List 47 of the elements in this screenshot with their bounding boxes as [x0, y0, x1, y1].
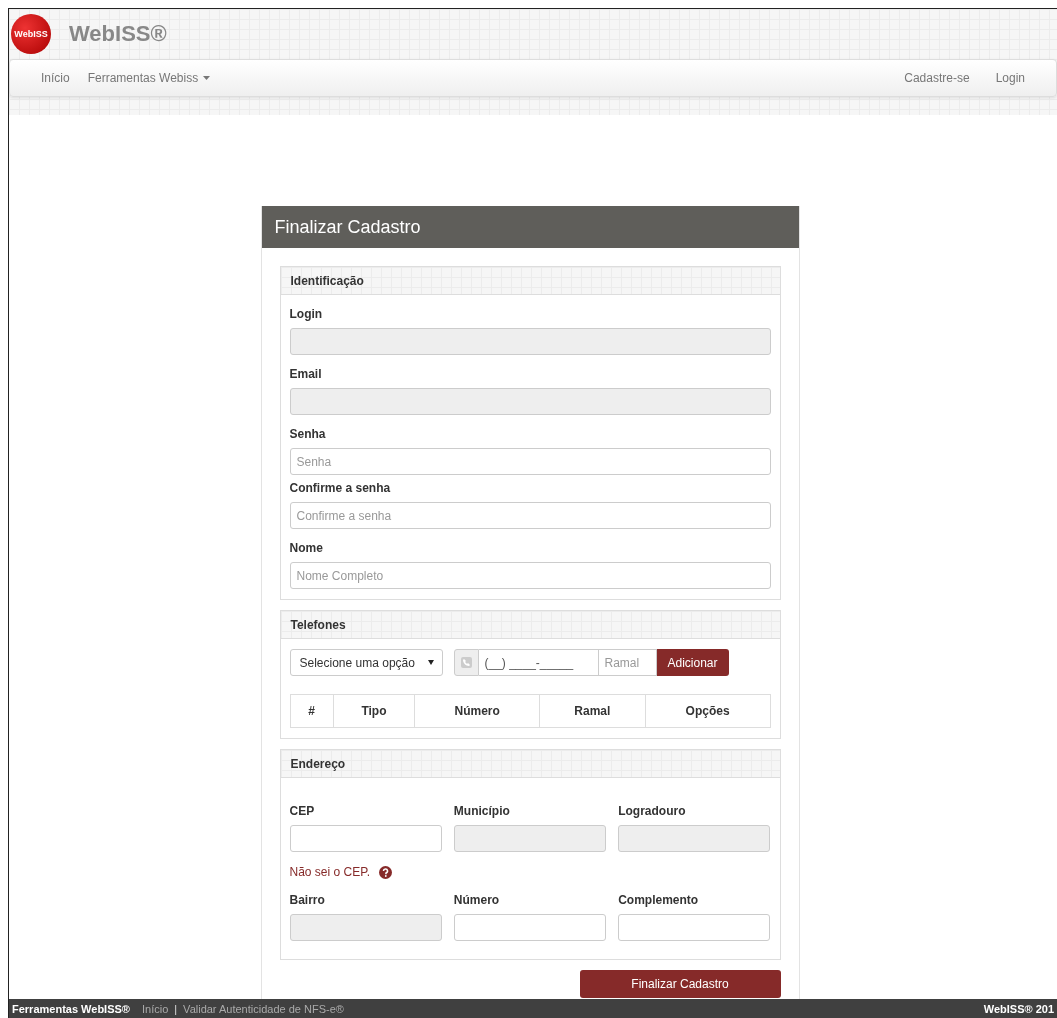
nav-link[interactable]: Início: [32, 71, 79, 85]
column-header: Ramal: [539, 694, 646, 728]
footer-link[interactable]: Validar Autenticidade de NFS-e®: [183, 1002, 344, 1015]
column-header: Número: [414, 694, 540, 728]
type-select[interactable]: Selecione uma opção: [289, 649, 443, 676]
phone-icon: [460, 657, 472, 668]
submit-button[interactable]: Finalizar Cadastro: [579, 970, 781, 998]
field-label: Município: [453, 804, 511, 818]
section-title: Telefones: [280, 611, 780, 639]
column-header: #: [290, 694, 334, 728]
card-title: Finalizar Cadastro: [261, 206, 799, 248]
caret-icon: [203, 76, 211, 80]
footer-title: Ferramentas WebISS®: [12, 1002, 130, 1015]
footer-copyright: WebISS® 201: [983, 1002, 1054, 1015]
field-label: CEP: [289, 804, 316, 818]
section-title: Endereço: [280, 750, 780, 778]
logo-icon: WebISS: [11, 14, 51, 54]
nav-link[interactable]: Login: [986, 71, 1034, 85]
input-field[interactable]: [453, 914, 607, 941]
phone-input[interactable]: (__) ____-_____: [478, 649, 599, 676]
help-icon[interactable]: [379, 865, 392, 879]
footer-separator: |: [174, 1002, 178, 1015]
field-label: Login: [289, 307, 324, 321]
footer-link[interactable]: Início: [141, 1002, 169, 1015]
column-header: Opções: [645, 694, 770, 728]
field-label: Nome: [289, 541, 324, 555]
nav-link[interactable]: Ferramentas Webiss: [78, 71, 220, 85]
field-label: Logradouro: [618, 804, 687, 818]
nav-link[interactable]: Cadastre-se: [895, 71, 979, 85]
extension-input[interactable]: Ramal: [598, 649, 657, 676]
field-label: Senha: [289, 427, 327, 441]
field-label: Complemento: [618, 893, 700, 907]
input-field[interactable]: Confirme a senha: [289, 502, 771, 529]
caret-icon: [427, 660, 434, 665]
field-label: Bairro: [289, 893, 326, 907]
field-label: Email: [289, 367, 323, 381]
cep-help-link[interactable]: Não sei o CEP.: [289, 865, 370, 879]
brand-title: WebISS®: [69, 21, 167, 47]
section-title: Identificação: [280, 267, 780, 295]
input-field[interactable]: [618, 914, 771, 941]
field-label: Número: [453, 893, 501, 907]
field-label: Confirme a senha: [289, 481, 392, 495]
input-field[interactable]: Nome Completo: [289, 562, 771, 589]
column-header: Tipo: [333, 694, 415, 728]
add-button[interactable]: Adicionar: [656, 649, 729, 676]
input-field[interactable]: [289, 825, 442, 852]
input-field[interactable]: Senha: [289, 448, 771, 475]
